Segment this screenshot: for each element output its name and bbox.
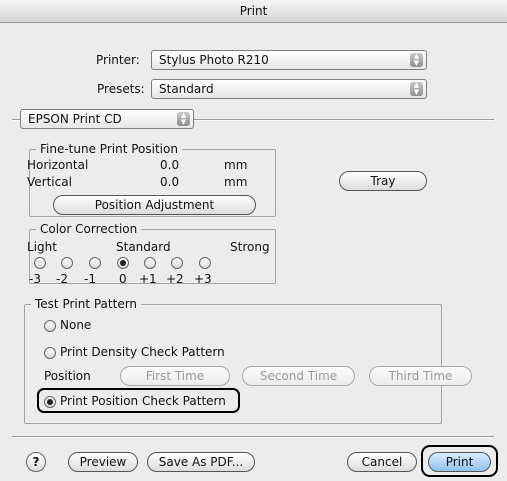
color-level-label: -1 — [84, 272, 96, 286]
panel-popup[interactable]: EPSON Print CD ▲ ▼ — [20, 109, 194, 129]
color-level-label: +1 — [139, 272, 157, 286]
third-time-button[interactable]: Third Time — [369, 366, 472, 386]
strong-label: Strong — [230, 240, 270, 254]
color-level-radio[interactable] — [61, 257, 73, 269]
vertical-unit: mm — [224, 175, 248, 189]
panel-value: EPSON Print CD — [28, 112, 122, 126]
first-time-button[interactable]: First Time — [120, 366, 230, 386]
radio-density-label: Print Density Check Pattern — [60, 345, 225, 359]
position-label: Position — [44, 369, 91, 383]
radio-density-check[interactable]: Print Density Check Pattern — [44, 345, 244, 361]
printer-popup[interactable]: Stylus Photo R210 ▲ ▼ — [151, 50, 427, 70]
horizontal-value: 0.0 — [160, 158, 180, 172]
color-correction-title: Color Correction — [36, 222, 142, 236]
color-level-radio[interactable] — [89, 257, 101, 269]
cancel-button[interactable]: Cancel — [347, 452, 417, 472]
radio-position-check[interactable]: Print Position Check Pattern — [44, 394, 236, 410]
vertical-value: 0.0 — [160, 175, 180, 189]
presets-label: Presets: — [97, 82, 145, 96]
printer-label: Printer: — [96, 53, 140, 67]
preview-button[interactable]: Preview — [68, 452, 138, 472]
color-level-label: 0 — [119, 272, 127, 286]
horizontal-unit: mm — [224, 158, 248, 172]
radio-none-label: None — [60, 318, 92, 332]
footer-divider — [12, 436, 494, 438]
popup-arrows-icon: ▲ ▼ — [177, 112, 190, 126]
color-level-label: -3 — [29, 272, 41, 286]
help-icon[interactable]: ? — [26, 452, 46, 472]
radio-density-button[interactable] — [44, 347, 56, 359]
color-level-radio[interactable] — [171, 257, 183, 269]
presets-popup[interactable]: Standard ▲ ▼ — [151, 79, 427, 99]
standard-label: Standard — [116, 240, 171, 254]
color-level-label: +2 — [166, 272, 184, 286]
test-print-title: Test Print Pattern — [31, 297, 142, 311]
color-level-radio[interactable] — [199, 257, 211, 269]
save-as-pdf-button[interactable]: Save As PDF... — [147, 452, 255, 472]
radio-position-check-button[interactable] — [44, 396, 56, 408]
color-level-radio[interactable] — [144, 257, 156, 269]
light-label: Light — [27, 240, 57, 254]
second-time-button[interactable]: Second Time — [242, 366, 355, 386]
color-level-label: +3 — [194, 272, 212, 286]
popup-arrows-icon: ▲ ▼ — [410, 53, 423, 67]
radio-position-check-label: Print Position Check Pattern — [60, 394, 226, 408]
printer-value: Stylus Photo R210 — [159, 53, 269, 67]
color-level-label: -2 — [56, 272, 68, 286]
presets-value: Standard — [159, 82, 214, 96]
window-title: Print — [0, 0, 507, 23]
horizontal-label: Horizontal — [27, 158, 89, 172]
fine-tune-title: Fine-tune Print Position — [36, 142, 182, 156]
print-button[interactable]: Print — [428, 452, 491, 472]
color-level-radio[interactable] — [117, 257, 129, 269]
position-adjustment-button[interactable]: Position Adjustment — [53, 195, 256, 215]
radio-none[interactable]: None — [44, 318, 114, 334]
popup-arrows-icon: ▲ ▼ — [410, 82, 423, 96]
radio-none-button[interactable] — [44, 320, 56, 332]
tray-button[interactable]: Tray — [339, 171, 427, 191]
vertical-label: Vertical — [27, 175, 72, 189]
color-level-radio[interactable] — [34, 257, 46, 269]
